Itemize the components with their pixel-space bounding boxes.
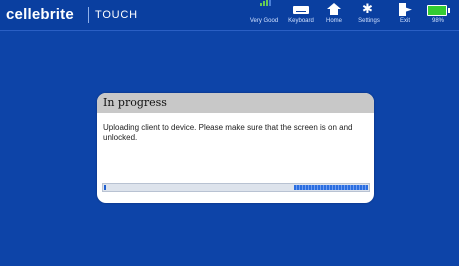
progress-start-marker [104,185,106,190]
brand-logo: cellebrite [6,6,74,23]
home-label: Home [325,18,342,24]
settings-button[interactable]: ✱ Settings [350,3,388,29]
gear-icon: ✱ [362,2,373,17]
dialog-title: In progress [103,96,167,109]
progress-fill [294,185,368,190]
signal-bars-icon [245,0,283,17]
progress-bar [102,183,370,192]
app-screen: cellebrite TOUCH Very Good Keyboard Home… [0,0,459,266]
progress-dialog: In progress Uploading client to device. … [97,93,374,203]
signal-label: Very Good [249,18,279,24]
top-bar: cellebrite TOUCH Very Good Keyboard Home… [0,0,459,31]
brand-product: TOUCH [95,9,138,21]
home-button[interactable]: Home [315,3,353,29]
dialog-message: Uploading client to device. Please make … [103,123,353,142]
settings-label: Settings [358,18,380,24]
battery-label: 98% [431,18,444,24]
battery-status: 98% [419,3,457,29]
home-icon [315,3,353,17]
dialog-header: In progress [97,93,374,113]
battery-icon [419,3,457,17]
signal-status: Very Good [245,0,283,29]
brand-divider [88,7,89,23]
